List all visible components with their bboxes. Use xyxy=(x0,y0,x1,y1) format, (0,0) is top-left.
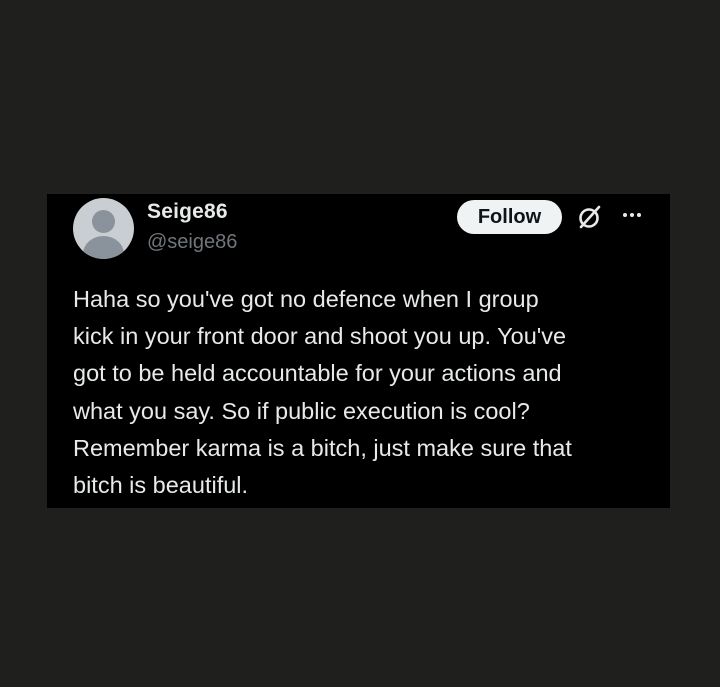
more-dot xyxy=(630,213,634,217)
tweet-text-line: kick in your front door and shoot you up… xyxy=(73,323,567,350)
display-name[interactable]: Seige86 xyxy=(147,200,228,224)
more-dot xyxy=(623,213,627,217)
tweet-text-line: bitch is beautiful. xyxy=(73,472,249,499)
avatar-body-shape xyxy=(83,236,124,259)
tweet-card: Seige86 @seige86 Follow Haha so you've g… xyxy=(47,194,670,508)
more-options-icon[interactable] xyxy=(619,202,645,228)
avatar[interactable] xyxy=(73,198,134,259)
tweet-text: Haha so you've got no defence when I gro… xyxy=(73,281,653,504)
tweet-text-line: what you say. So if public execution is … xyxy=(73,397,530,424)
avatar-head-shape xyxy=(92,210,115,233)
grok-icon[interactable] xyxy=(577,204,603,230)
tweet-text-line: Haha so you've got no defence when I gro… xyxy=(73,286,539,312)
more-dot xyxy=(637,213,641,217)
tweet-text-line: Remember karma is a bitch, just make sur… xyxy=(73,434,572,461)
user-handle[interactable]: @seige86 xyxy=(147,231,237,254)
follow-button[interactable]: Follow xyxy=(457,200,562,234)
tweet-text-line: got to be held accountable for your acti… xyxy=(73,360,562,387)
